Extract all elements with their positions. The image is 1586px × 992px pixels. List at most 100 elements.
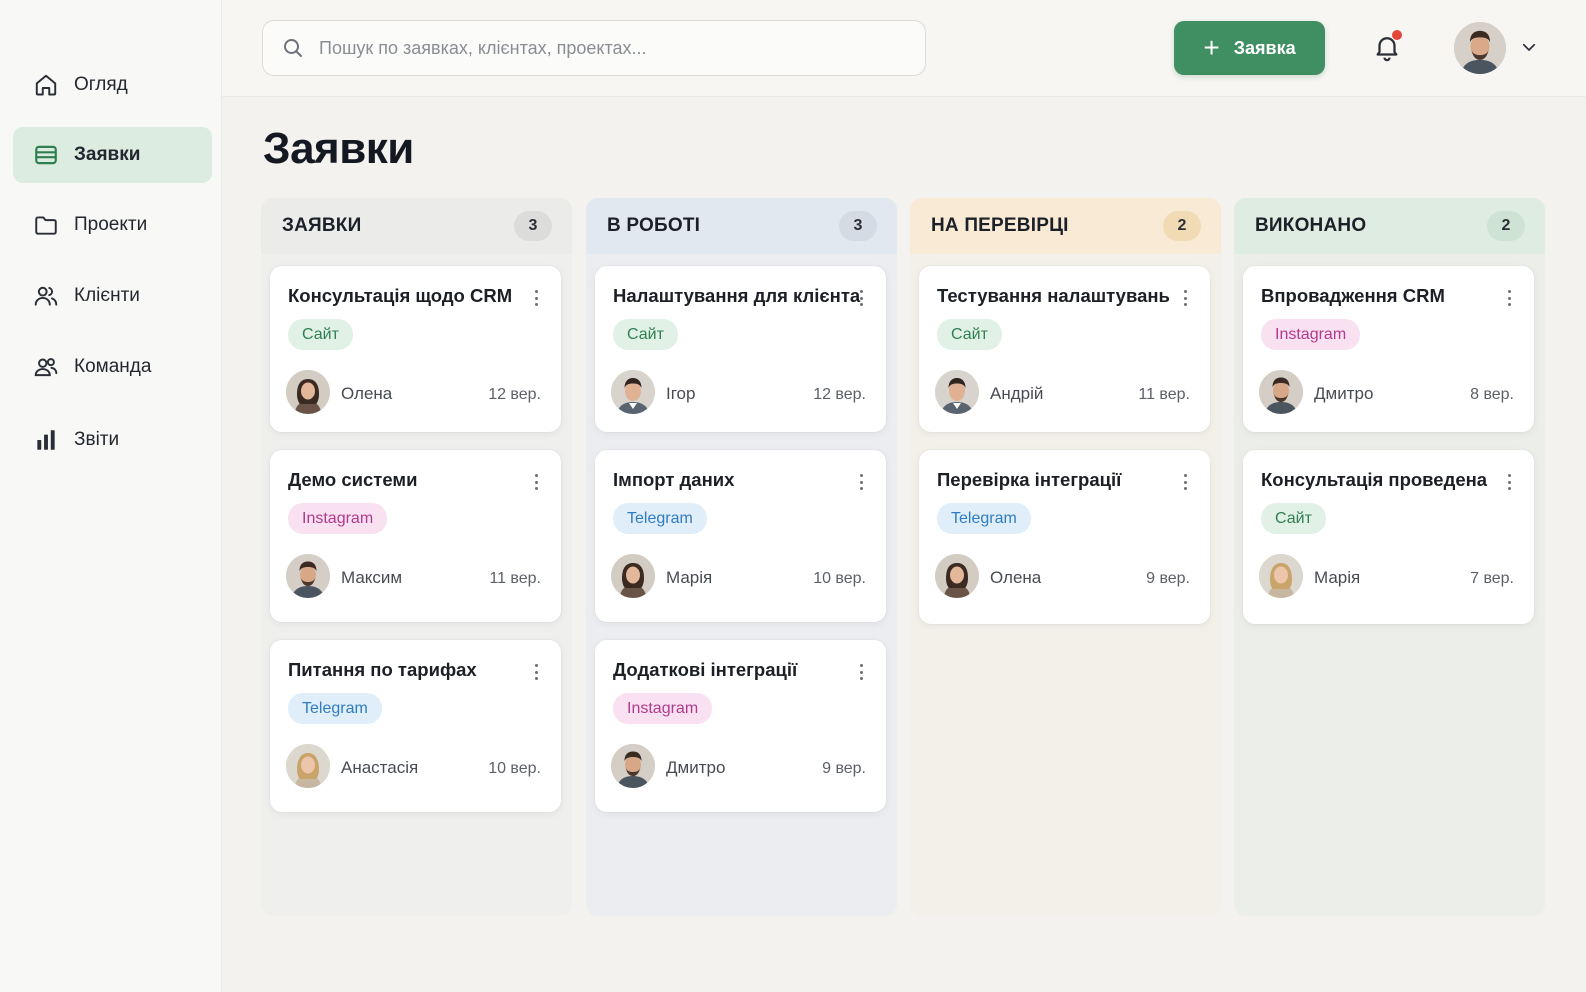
- sidebar-item-label: Клієнти: [74, 285, 140, 306]
- sidebar-item-label: Огляд: [74, 74, 128, 95]
- source-tag: Сайт: [937, 319, 1002, 350]
- more-options-icon[interactable]: [854, 472, 868, 492]
- column-count-badge: 2: [1487, 211, 1525, 241]
- request-card[interactable]: Консультація щодо CRM Сайт Олена 12 вер.: [270, 266, 561, 432]
- avatar: [286, 554, 330, 598]
- sidebar-item-reports[interactable]: Звіти: [13, 412, 212, 468]
- search-input[interactable]: [319, 37, 879, 59]
- avatar: [1259, 554, 1303, 598]
- card-date: 8 вер.: [1470, 386, 1514, 403]
- avatar: [611, 370, 655, 414]
- card-title: Консультація проведена: [1261, 469, 1488, 490]
- request-card[interactable]: Питання по тарифах Telegram Анастасія 10 ве…: [270, 640, 561, 812]
- column-title: ЗАЯВКИ: [282, 215, 362, 236]
- card-date: 7 вер.: [1470, 570, 1514, 587]
- column-count-badge: 3: [514, 211, 552, 241]
- bar-chart-icon: [33, 427, 59, 453]
- avatar: [611, 554, 655, 598]
- user-avatar[interactable]: [1454, 22, 1506, 74]
- source-tag: Instagram: [613, 693, 713, 724]
- sidebar-item-clients[interactable]: Клієнти: [13, 268, 212, 324]
- request-card[interactable]: Впровадження CRM Instagram Дмитро 8 вер.: [1243, 266, 1534, 432]
- card-date: 9 вер.: [1146, 570, 1190, 587]
- more-options-icon[interactable]: [1502, 472, 1516, 492]
- sidebar-item-team[interactable]: Команда: [13, 339, 212, 395]
- card-title: Імпорт даних: [613, 469, 735, 490]
- search-box[interactable]: [262, 20, 926, 76]
- card-date: 9 вер.: [822, 760, 866, 777]
- card-title: Перевірка інтеграції: [937, 469, 1122, 490]
- avatar: [286, 744, 330, 788]
- more-options-icon[interactable]: [1178, 472, 1192, 492]
- request-card[interactable]: Демо системи Instagram Максим 11 вер.: [270, 450, 561, 622]
- source-tag: Telegram: [613, 503, 707, 534]
- request-card[interactable]: Імпорт даних Telegram Марія 10 вер.: [595, 450, 886, 622]
- board-column: ВИКОНАНО 2 Впровадження CRM Instagram Дмитро…: [1234, 198, 1545, 916]
- new-request-button[interactable]: + Заявка: [1174, 21, 1325, 75]
- source-tag: Telegram: [937, 503, 1031, 534]
- avatar: [935, 370, 979, 414]
- card-title: Впровадження CRM: [1261, 285, 1445, 306]
- source-tag: Сайт: [1261, 503, 1326, 534]
- sidebar-item-label: Звіти: [74, 429, 120, 450]
- card-date: 12 вер.: [813, 386, 866, 403]
- card-date: 11 вер.: [1138, 386, 1190, 403]
- more-options-icon[interactable]: [854, 288, 868, 308]
- more-options-icon[interactable]: [529, 288, 543, 308]
- sidebar-item-projects[interactable]: Проекти: [13, 197, 212, 253]
- board-column: ЗАЯВКИ 3 Консультація щодо CRM Сайт Олена 12 …: [261, 198, 572, 916]
- column-title: ВИКОНАНО: [1255, 215, 1367, 236]
- request-card[interactable]: Налаштування для клієнта Сайт Ігор 12 вер.: [595, 266, 886, 432]
- source-tag: Сайт: [288, 319, 353, 350]
- sidebar-item-overview[interactable]: Огляд: [13, 57, 212, 113]
- card-date: 10 вер.: [813, 570, 866, 587]
- assignee-name: Олена: [990, 568, 1042, 587]
- more-options-icon[interactable]: [529, 662, 543, 682]
- source-tag: Instagram: [288, 503, 388, 534]
- chevron-down-icon[interactable]: [1520, 38, 1538, 56]
- card-icon: [33, 142, 59, 168]
- sidebar-item-label: Команда: [74, 356, 152, 377]
- notifications-button[interactable]: [1372, 30, 1402, 64]
- column-header: НА ПЕРЕВІРЦІ 2: [910, 198, 1221, 254]
- new-request-label: Заявка: [1233, 37, 1296, 58]
- board-column: НА ПЕРЕВІРЦІ 2 Тестування налаштувань Сайт А…: [910, 198, 1221, 916]
- more-options-icon[interactable]: [854, 662, 868, 682]
- more-options-icon[interactable]: [1502, 288, 1516, 308]
- avatar-image: [1454, 22, 1506, 74]
- sidebar-item-label: Проекти: [74, 214, 148, 235]
- assignee-name: Анастасія: [341, 758, 419, 777]
- column-header: В РОБОТІ 3: [586, 198, 897, 254]
- column-header: ЗАЯВКИ 3: [261, 198, 572, 254]
- avatar: [1259, 370, 1303, 414]
- folder-icon: [33, 212, 59, 238]
- column-header: ВИКОНАНО 2: [1234, 198, 1545, 254]
- more-options-icon[interactable]: [1178, 288, 1192, 308]
- request-card[interactable]: Тестування налаштувань Сайт Андрій 11 вер.: [919, 266, 1210, 432]
- column-title: НА ПЕРЕВІРЦІ: [931, 215, 1069, 236]
- page-title: Заявки: [263, 124, 414, 173]
- request-card[interactable]: Додаткові інтеграції Instagram Дмитро 9 вер…: [595, 640, 886, 812]
- sidebar-item-requests[interactable]: Заявки: [13, 127, 212, 183]
- avatar: [286, 370, 330, 414]
- assignee-name: Андрій: [990, 384, 1044, 403]
- source-tag: Сайт: [613, 319, 678, 350]
- assignee-name: Дмитро: [666, 758, 726, 777]
- column-count-badge: 3: [839, 211, 877, 241]
- sidebar-item-label: Заявки: [74, 144, 141, 165]
- search-icon: [284, 39, 302, 57]
- request-card[interactable]: Консультація проведена Сайт Марія 7 вер.: [1243, 450, 1534, 624]
- users-icon: [33, 283, 59, 309]
- card-title: Налаштування для клієнта: [613, 285, 861, 306]
- assignee-name: Ігор: [666, 384, 696, 403]
- more-options-icon[interactable]: [529, 472, 543, 492]
- assignee-name: Олена: [341, 384, 393, 403]
- source-tag: Telegram: [288, 693, 382, 724]
- sidebar: Огляд Заявки Проекти Клієнти Команда Зві…: [0, 0, 222, 992]
- assignee-name: Максим: [341, 568, 403, 587]
- plus-icon: +: [1203, 32, 1220, 63]
- request-card[interactable]: Перевірка інтеграції Telegram Олена 9 вер.: [919, 450, 1210, 624]
- column-count-badge: 2: [1163, 211, 1201, 241]
- assignee-name: Дмитро: [1314, 384, 1374, 403]
- card-title: Додаткові інтеграції: [613, 659, 798, 680]
